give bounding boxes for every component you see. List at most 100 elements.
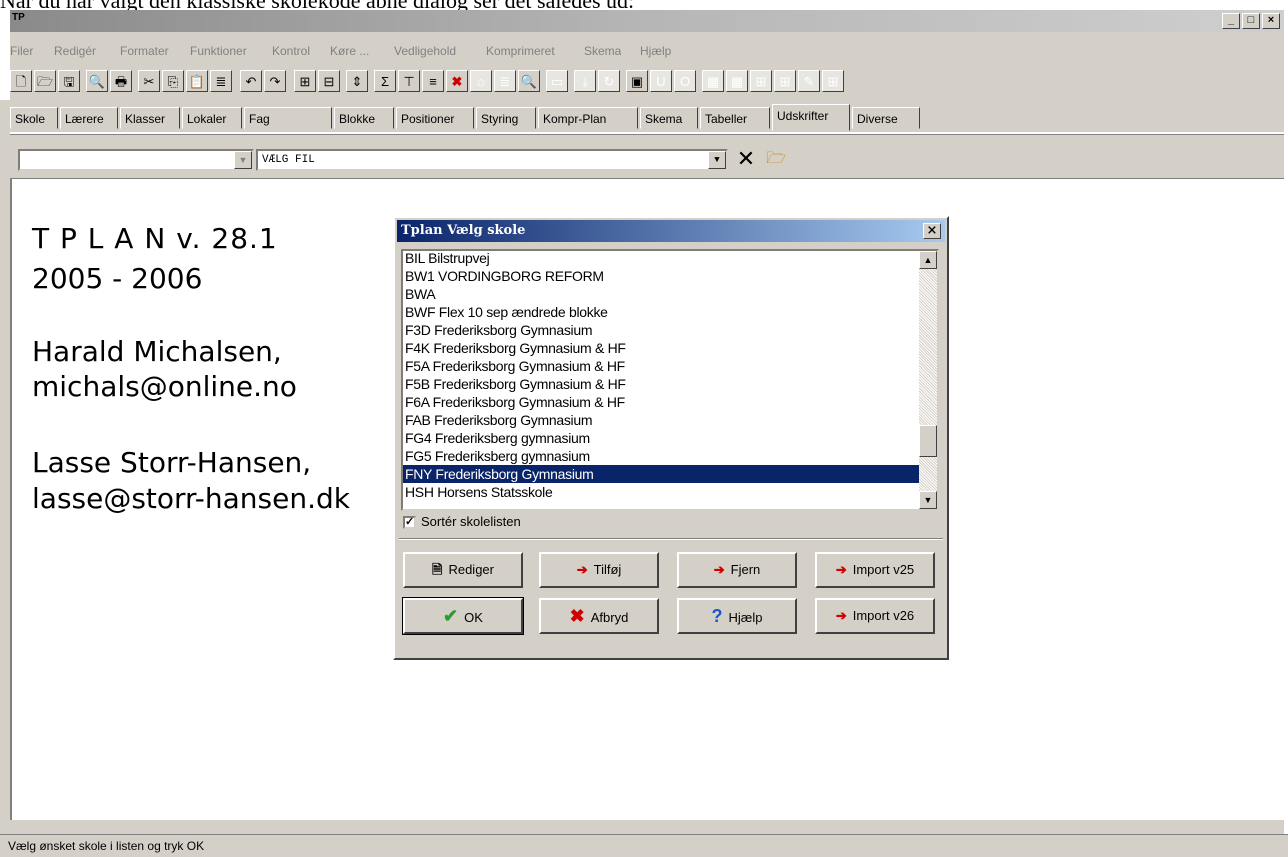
- school-list-item[interactable]: FNY Frederiksborg Gymnasium: [403, 465, 921, 483]
- sort-checkbox-label[interactable]: Sortér skolelisten: [421, 514, 521, 529]
- chevron-down-icon[interactable]: ▼: [234, 151, 252, 169]
- grid-b-icon: ▦: [726, 70, 748, 92]
- cancel-button[interactable]: ✖ Afbryd: [539, 598, 659, 634]
- collapse-h-icon[interactable]: ⊟: [318, 70, 340, 92]
- delete-icon[interactable]: ✖: [446, 70, 468, 92]
- sigma-icon[interactable]: Σ: [374, 70, 396, 92]
- align-icon[interactable]: ≣: [210, 70, 232, 92]
- school-list-item[interactable]: HSH Horsens Statsskole: [403, 483, 921, 501]
- chevron-down-icon[interactable]: ▼: [708, 151, 726, 169]
- search-icon[interactable]: 🔍: [518, 70, 540, 92]
- redo-icon[interactable]: ↷: [264, 70, 286, 92]
- tab-styring[interactable]: Styring: [476, 107, 536, 129]
- document-caption: Når du har valgt den klassiske skolekode…: [0, 0, 1288, 10]
- status-text: Vælg ønsket skole i listen og tryk OK: [8, 839, 205, 853]
- school-list-item[interactable]: FG4 Frederiksberg gymnasium: [403, 429, 921, 447]
- remove-button[interactable]: ➔ Fjern: [677, 552, 797, 588]
- school-list-item[interactable]: F5A Frederiksborg Gymnasium & HF: [403, 357, 921, 375]
- school-list-item[interactable]: FAB Frederiksborg Gymnasium: [403, 411, 921, 429]
- screen-icon: ▭: [546, 70, 568, 92]
- dialog-title: Tplan Vælg skole: [401, 223, 526, 238]
- edit-button[interactable]: 🗎 Rediger: [403, 552, 523, 588]
- school-list-item[interactable]: BW1 VORDINGBORG REFORM: [403, 267, 921, 285]
- menu-rediger[interactable]: Redigér: [54, 44, 96, 58]
- scroll-down-icon[interactable]: ▼: [919, 491, 937, 509]
- tab-laerere[interactable]: Lærere: [60, 107, 118, 129]
- close-button[interactable]: ×: [1262, 13, 1280, 29]
- file-select-value: VÆLG FIL: [262, 154, 315, 166]
- author2-email: lasse@storr-hansen.dk: [32, 482, 350, 515]
- paste-icon[interactable]: 📋: [186, 70, 208, 92]
- school-list-item[interactable]: F6A Frederiksborg Gymnasium & HF: [403, 393, 921, 411]
- tab-tabeller[interactable]: Tabeller: [700, 107, 770, 129]
- school-list-item[interactable]: BWA: [403, 285, 921, 303]
- scroll-thumb[interactable]: [919, 425, 937, 457]
- dialog-close-button[interactable]: ×: [923, 223, 941, 239]
- tab-fag[interactable]: Fag: [244, 107, 332, 129]
- bottom-frame: [10, 820, 1284, 834]
- tab-lokaler[interactable]: Lokaler: [182, 107, 242, 129]
- scroll-up-icon[interactable]: ▲: [919, 251, 937, 269]
- tab-skole[interactable]: Skole: [10, 107, 58, 129]
- school-list[interactable]: BIL Bilstrupvej BW1 VORDINGBORG REFORM BWA…: [401, 249, 939, 511]
- minimize-button[interactable]: _: [1222, 13, 1240, 29]
- menu-filer[interactable]: Filer: [10, 44, 33, 58]
- list-icon: ≣: [494, 70, 516, 92]
- clear-icon[interactable]: ✕: [734, 147, 758, 171]
- cancel-button-label: Afbryd: [590, 610, 629, 625]
- import-v25-button[interactable]: ➔ Import v25: [815, 552, 935, 588]
- expand-v-icon[interactable]: ⇕: [346, 70, 368, 92]
- tab-blokke[interactable]: Blokke: [334, 107, 394, 129]
- zoom-icon[interactable]: 🔍: [86, 70, 108, 92]
- ok-button[interactable]: ✔ OK: [402, 597, 524, 635]
- category-select[interactable]: ▼: [18, 149, 254, 171]
- cut-icon[interactable]: ✂: [138, 70, 160, 92]
- lock-icon[interactable]: ▣: [626, 70, 648, 92]
- sort-checkbox[interactable]: ✓: [403, 516, 416, 529]
- save-icon[interactable]: 🖫: [58, 70, 80, 92]
- left-frame: [0, 100, 10, 836]
- maximize-button[interactable]: □: [1242, 13, 1260, 29]
- menu-kontrol[interactable]: Kontrol: [272, 44, 310, 58]
- open-folder-icon[interactable]: 🗁: [764, 147, 788, 171]
- menu-hjaelp[interactable]: Hjælp: [640, 44, 671, 58]
- checkmark-icon: ✔: [443, 606, 459, 626]
- dialog-title-bar: Tplan Vælg skole ×: [397, 220, 945, 242]
- undo-icon[interactable]: ↶: [240, 70, 262, 92]
- school-list-item[interactable]: F5B Frederiksborg Gymnasium & HF: [403, 375, 921, 393]
- school-list-item[interactable]: BWF Flex 10 sep ændrede blokke: [403, 303, 921, 321]
- menu-kore[interactable]: Køre ...: [330, 44, 369, 58]
- school-list-item[interactable]: F3D Frederiksborg Gymnasium: [403, 321, 921, 339]
- add-button[interactable]: ➔ Tilføj: [539, 552, 659, 588]
- import-v26-button[interactable]: ➔ Import v26: [815, 598, 935, 634]
- grid-a-icon: ▦: [702, 70, 724, 92]
- tab-positioner[interactable]: Positioner: [396, 107, 474, 129]
- delete-row-icon[interactable]: ≡: [422, 70, 444, 92]
- school-list-item[interactable]: FG5 Frederiksberg gymnasium: [403, 447, 921, 465]
- menu-formater[interactable]: Formater: [120, 44, 169, 58]
- tab-diverse[interactable]: Diverse: [852, 107, 920, 129]
- help-button-label: Hjælp: [728, 610, 763, 625]
- print-icon[interactable]: 🖶: [110, 70, 132, 92]
- menu-vedligehold[interactable]: Vedligehold: [394, 44, 456, 58]
- help-button[interactable]: ? Hjælp: [677, 598, 797, 634]
- menu-komprimeret[interactable]: Komprimeret: [486, 44, 555, 58]
- file-select[interactable]: VÆLG FIL ▼: [256, 149, 728, 171]
- open-icon[interactable]: 🗁: [34, 70, 56, 92]
- tab-klasser[interactable]: Klasser: [120, 107, 180, 129]
- copy-icon[interactable]: ⎘: [162, 70, 184, 92]
- tab-udskrifter[interactable]: Udskrifter: [772, 104, 850, 131]
- list-scrollbar[interactable]: ▲ ▼: [919, 251, 937, 509]
- ok-button-label: OK: [464, 610, 483, 625]
- menu-skema[interactable]: Skema: [584, 44, 621, 58]
- insert-row-icon[interactable]: ⊤: [398, 70, 420, 92]
- remove-button-label: Fjern: [730, 562, 761, 577]
- expand-h-icon[interactable]: ⊞: [294, 70, 316, 92]
- tab-kompr-plan[interactable]: Kompr-Plan: [538, 107, 638, 129]
- status-bar: Vælg ønsket skole i listen og tryk OK: [0, 834, 1288, 857]
- school-list-item[interactable]: F4K Frederiksborg Gymnasium & HF: [403, 339, 921, 357]
- tab-skema[interactable]: Skema: [640, 107, 698, 129]
- new-icon[interactable]: 🗋: [10, 70, 32, 92]
- school-list-item[interactable]: BIL Bilstrupvej: [403, 251, 921, 267]
- menu-funktioner[interactable]: Funktioner: [190, 44, 247, 58]
